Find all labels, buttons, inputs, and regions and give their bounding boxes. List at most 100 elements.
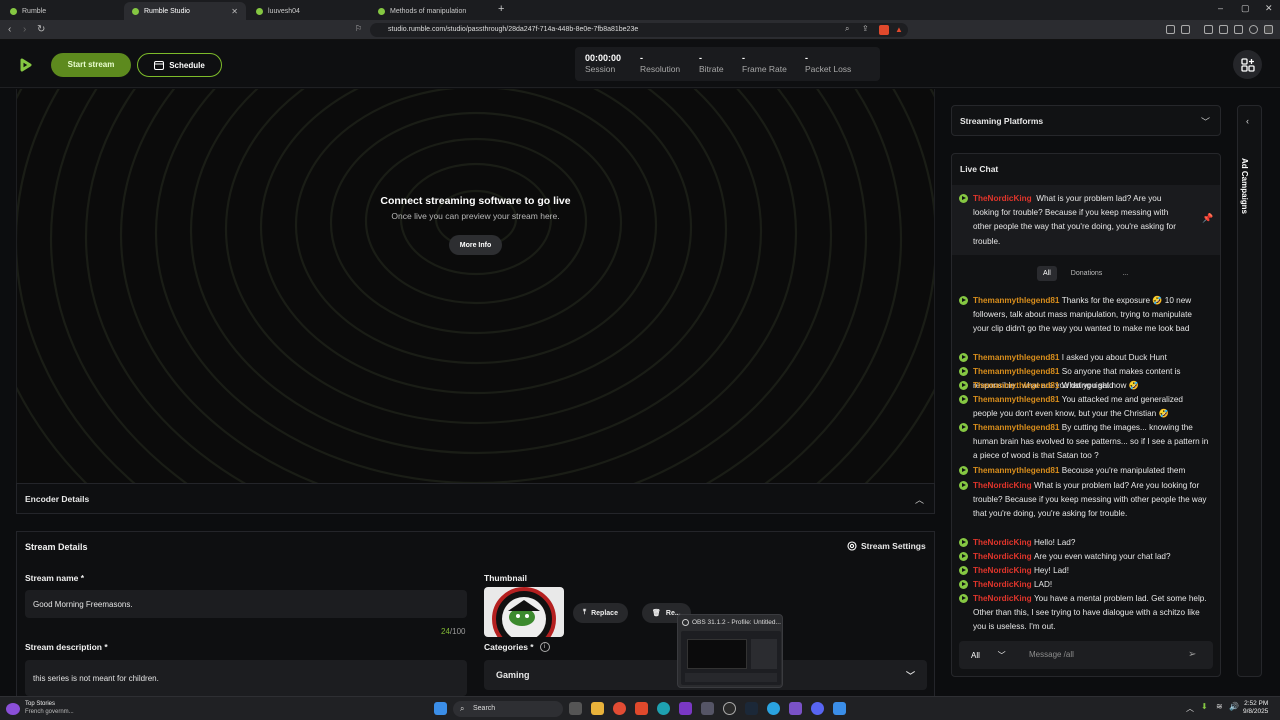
menu-icon[interactable]	[1264, 25, 1273, 34]
app-icon[interactable]	[679, 702, 692, 715]
more-info-button[interactable]: More Info	[449, 235, 502, 255]
info-icon[interactable]: i	[539, 642, 550, 652]
stream-preview	[16, 89, 935, 483]
chat-message: TheNordicKing What is your problem lad? …	[959, 479, 1209, 522]
tab-all[interactable]: All	[1037, 266, 1057, 281]
stream-details-title: Stream Details	[25, 542, 88, 552]
streaming-platforms-panel[interactable]: Streaming Platforms ﹀	[951, 105, 1221, 136]
rumble-logo-icon[interactable]	[17, 57, 33, 78]
chat-message-text: Hey! Lad!	[1033, 566, 1070, 575]
taskbar-clock[interactable]: 2:52 PM 9/8/2025	[1243, 700, 1268, 716]
chat-username[interactable]: Themanmythlegend81	[973, 395, 1059, 404]
encoder-details-section[interactable]: Encoder Details ︿	[16, 483, 935, 514]
brave-rewards-icon[interactable]: ▲	[895, 25, 903, 34]
tray-app-icon[interactable]: ⬇	[1201, 702, 1208, 711]
app-icon[interactable]	[789, 702, 802, 715]
volume-icon[interactable]: 🔊	[1229, 702, 1239, 711]
new-tab-icon[interactable]: +	[498, 3, 504, 15]
widgets-icon	[1240, 57, 1255, 72]
wifi-icon[interactable]: ≋	[1216, 702, 1223, 711]
tab-manager-icon[interactable]	[1219, 25, 1228, 34]
replace-thumbnail-button[interactable]: ⤒ Replace	[573, 603, 628, 623]
thumbnail-image[interactable]	[484, 587, 564, 637]
chat-username[interactable]: TheNordicKing	[973, 481, 1032, 490]
chat-username[interactable]: Themanmythlegend81	[973, 367, 1059, 376]
sidebar-toggle-icon[interactable]	[1204, 25, 1213, 34]
brave-icon[interactable]	[635, 702, 648, 715]
stream-name-input[interactable]: Good Morning Freemasons.	[25, 590, 467, 618]
chat-username[interactable]: TheNordicKing	[973, 594, 1032, 603]
tray-chevron-icon[interactable]: ︿	[1186, 703, 1194, 714]
close-tab-icon[interactable]: ✕	[231, 7, 238, 16]
pinned-message: TheNordicKing What is your problem lad? …	[952, 185, 1220, 255]
forward-icon[interactable]: ›	[23, 24, 26, 35]
app-icon[interactable]	[701, 702, 714, 715]
zoom-icon[interactable]: ⌕	[845, 24, 849, 34]
categories-label-row: Categories * i	[484, 642, 550, 652]
chevron-left-icon[interactable]: ‹	[1246, 116, 1249, 126]
reload-icon[interactable]: ↻	[37, 24, 45, 35]
stream-description-input[interactable]: this series is not meant for children.	[25, 660, 467, 696]
chat-username[interactable]: Themanmythlegend81	[973, 353, 1059, 362]
tab-rumble-studio[interactable]: Rumble Studio ✕	[124, 2, 246, 20]
stream-settings-button[interactable]: Stream Settings	[847, 541, 926, 551]
chat-message: TheNordicKing Hey! Lad!	[959, 564, 1209, 578]
bookmark-icon[interactable]: ⚐	[355, 24, 362, 33]
chat-username[interactable]: TheNordicKing	[973, 580, 1032, 589]
task-view-icon[interactable]	[569, 702, 582, 715]
chat-username[interactable]: TheNordicKing	[973, 566, 1032, 575]
add-widget-button[interactable]	[1233, 50, 1262, 79]
chrome-icon[interactable]	[613, 702, 626, 715]
maximize-icon[interactable]: ▢	[1241, 3, 1250, 14]
app-icon[interactable]	[833, 702, 846, 715]
taskbar-search[interactable]: ⌕ Search	[453, 701, 563, 717]
tab-donations[interactable]: Donations	[1065, 266, 1109, 281]
tab-luuvesh04[interactable]: luuvesh04	[248, 2, 368, 20]
tab-methods-of-manipulation[interactable]: Methods of manipulation	[370, 2, 494, 20]
stream-stats-panel: 00:00:00 Session - Resolution - Bitrate - Fr…	[575, 47, 880, 81]
reading-list-icon[interactable]	[1181, 25, 1190, 34]
chevron-down-icon[interactable]: ﹀	[1201, 115, 1210, 128]
edge-icon[interactable]	[657, 702, 670, 715]
chat-recipient-select[interactable]: All ﹀	[971, 650, 1006, 661]
obs-taskbar-icon[interactable]	[723, 702, 736, 715]
share-icon[interactable]: ⇪	[862, 24, 869, 33]
vpn-icon[interactable]	[1249, 25, 1258, 34]
chat-message: TheNordicKing LAD!	[959, 578, 1209, 592]
file-explorer-icon[interactable]	[591, 702, 604, 715]
chat-username[interactable]: TheNordicKing	[973, 552, 1032, 561]
extensions-icon[interactable]	[1166, 25, 1175, 34]
telegram-icon[interactable]	[767, 702, 780, 715]
chat-message-input[interactable]: Message /all	[1029, 650, 1074, 659]
chat-username[interactable]: TheNordicKing	[973, 538, 1032, 547]
pin-icon[interactable]: 📌	[1202, 213, 1213, 224]
back-icon[interactable]: ‹	[8, 24, 11, 35]
downloads-icon[interactable]	[1234, 25, 1243, 34]
schedule-button[interactable]: Schedule	[137, 53, 222, 77]
live-chat-title: Live Chat	[960, 164, 999, 174]
trash-icon: 🗑	[652, 610, 661, 617]
obs-window-preview[interactable]: OBS 31.1.2 - Profile: Untitled...	[677, 614, 783, 688]
ad-campaigns-panel[interactable]: ‹ Ad Campaigns	[1237, 105, 1262, 677]
chat-username[interactable]: Themanmythlegend81	[973, 296, 1059, 305]
more-options-icon[interactable]: ...	[1116, 266, 1134, 281]
start-stream-button[interactable]: Start stream	[51, 53, 131, 77]
send-icon[interactable]: ➢	[1188, 649, 1196, 660]
calendar-icon	[154, 61, 165, 70]
chat-username[interactable]: Themanmythlegend81	[973, 466, 1059, 475]
chat-username[interactable]: Themanmythlegend81	[973, 423, 1059, 432]
stat-frame-rate: - Frame Rate	[742, 53, 787, 74]
tab-rumble[interactable]: Rumble	[2, 2, 122, 20]
news-widget[interactable]: Top Stories French governm...	[25, 700, 74, 716]
minimize-icon[interactable]: –	[1218, 3, 1223, 13]
chat-username[interactable]: Themanmythlegend81	[973, 381, 1059, 390]
brave-shield-icon[interactable]	[879, 25, 889, 35]
steam-icon[interactable]	[745, 702, 758, 715]
chevron-up-icon[interactable]: ︿	[915, 493, 924, 506]
news-widget-icon[interactable]	[6, 703, 20, 715]
close-window-icon[interactable]: ✕	[1265, 3, 1273, 14]
url-field[interactable]: studio.rumble.com/studio/passthrough/28d…	[370, 23, 908, 37]
windows-start-icon[interactable]	[434, 702, 447, 715]
chat-message: Themanmythlegend81 You attacked me and g…	[959, 393, 1209, 421]
discord-icon[interactable]	[811, 702, 824, 715]
